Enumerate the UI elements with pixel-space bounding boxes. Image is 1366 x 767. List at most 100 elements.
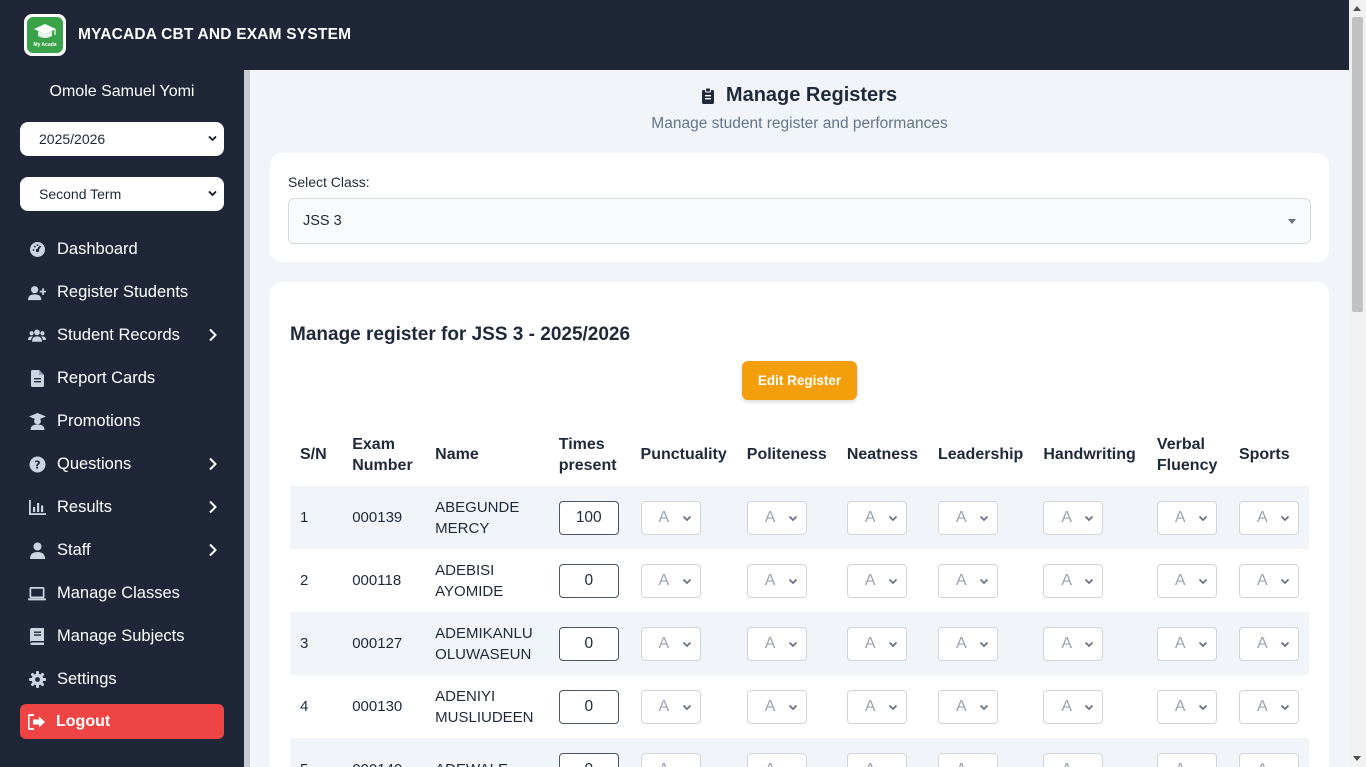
punctuality-select[interactable]: A xyxy=(640,500,701,535)
punctuality-select[interactable]: A xyxy=(640,563,701,598)
times-present-input[interactable]: 0 xyxy=(558,563,619,598)
neatness-cell: A xyxy=(836,738,928,767)
chevron-down-icon xyxy=(682,578,691,584)
sidebar-item-manage-classes[interactable]: Manage Classes xyxy=(0,572,244,615)
register-table-body: 1 000139 ABEGUNDE MERCY 100 A A A A A A A 2 000118 AD… xyxy=(290,486,1309,767)
exam-number-cell: 000130 xyxy=(342,675,426,738)
sidebar-item-promotions[interactable]: Promotions xyxy=(0,400,244,443)
neatness-select[interactable]: A xyxy=(846,563,907,598)
sports-select[interactable]: A xyxy=(1238,689,1299,724)
politeness-select[interactable]: A xyxy=(746,500,807,535)
leadership-cell: A xyxy=(927,675,1034,738)
graduate-icon xyxy=(28,413,46,431)
politeness-cell: A xyxy=(736,549,837,612)
graduation-cap-icon: My Acada xyxy=(27,17,63,53)
session-value: 2025/2026 xyxy=(39,131,106,147)
caret-down-icon xyxy=(1288,219,1296,224)
column-header: Times present xyxy=(558,435,617,474)
handwriting-select[interactable]: A xyxy=(1043,626,1104,661)
logout-button[interactable]: Logout xyxy=(20,704,224,739)
sidebar-item-manage-subjects[interactable]: Manage Subjects xyxy=(0,615,244,658)
sports-cell: A xyxy=(1228,612,1309,675)
sidebar-item-label: Manage Subjects xyxy=(57,627,185,645)
handwriting-select[interactable]: A xyxy=(1043,500,1104,535)
grade-value: A xyxy=(1061,572,1072,589)
verbal-fluency-select[interactable]: A xyxy=(1156,689,1217,724)
grade-value: A xyxy=(864,572,876,589)
sports-select[interactable]: A xyxy=(1238,752,1299,767)
chevron-down-icon xyxy=(1085,515,1094,521)
verbal-fluency-select[interactable]: A xyxy=(1156,500,1217,535)
times-present-input[interactable]: 0 xyxy=(558,689,619,724)
chevron-down-icon xyxy=(208,135,217,142)
term-select[interactable]: Second Term xyxy=(20,177,224,211)
scrollbar-thumb[interactable] xyxy=(1352,17,1363,312)
chevron-down-icon xyxy=(888,578,897,584)
chevron-down-icon xyxy=(788,515,797,521)
politeness-select[interactable]: A xyxy=(746,689,807,724)
sidebar-item-dashboard[interactable]: Dashboard xyxy=(0,228,244,271)
punctuality-select[interactable]: A xyxy=(640,752,701,767)
chevron-down-icon xyxy=(788,641,797,647)
page-subtitle: Manage student register and performances xyxy=(651,115,948,132)
verbal-fluency-select[interactable]: A xyxy=(1156,626,1217,661)
politeness-cell: A xyxy=(736,675,837,738)
sidebar-item-results[interactable]: Results xyxy=(0,486,244,529)
politeness-select[interactable]: A xyxy=(746,626,807,661)
sports-cell: A xyxy=(1228,738,1309,767)
leadership-select[interactable]: A xyxy=(937,689,998,724)
grade-value: A xyxy=(955,698,967,715)
class-select[interactable]: JSS 3 xyxy=(288,198,1311,244)
grade-value: A xyxy=(864,698,876,715)
neatness-select[interactable]: A xyxy=(846,752,907,767)
scroll-up-icon[interactable] xyxy=(1353,6,1361,11)
sports-select[interactable]: A xyxy=(1238,500,1299,535)
times-present-input[interactable]: 0 xyxy=(558,752,619,767)
sidebar-item-student-records[interactable]: Student Records xyxy=(0,314,244,357)
column-header: Leadership xyxy=(937,446,1024,463)
leadership-select[interactable]: A xyxy=(937,626,998,661)
times-present-input[interactable]: 100 xyxy=(558,500,619,535)
politeness-select[interactable]: A xyxy=(746,752,807,767)
neatness-select[interactable]: A xyxy=(846,689,907,724)
punctuality-select[interactable]: A xyxy=(640,689,701,724)
top-bar: My Acada MYACADA CBT AND EXAM SYSTEM xyxy=(0,0,1349,70)
page-scrollbar[interactable] xyxy=(1349,0,1366,767)
grade-value: A xyxy=(659,759,670,767)
times-present-input[interactable]: 0 xyxy=(558,626,619,661)
neatness-select[interactable]: A xyxy=(846,626,907,661)
punctuality-select[interactable]: A xyxy=(640,626,701,661)
handwriting-select[interactable]: A xyxy=(1043,689,1104,724)
sidebar-item-register-students[interactable]: Register Students xyxy=(0,271,244,314)
clipboard-icon xyxy=(701,87,714,104)
chevron-down-icon xyxy=(1280,515,1290,521)
verbal-fluency-select[interactable]: A xyxy=(1156,563,1217,598)
leadership-select[interactable]: A xyxy=(937,752,998,767)
handwriting-select[interactable]: A xyxy=(1043,563,1104,598)
verbal-fluency-select[interactable]: A xyxy=(1156,752,1217,767)
sports-cell: A xyxy=(1228,675,1309,738)
grade-value: A xyxy=(955,509,967,526)
sports-select[interactable]: A xyxy=(1238,626,1299,661)
app-logo[interactable]: My Acada xyxy=(24,14,66,56)
leadership-select[interactable]: A xyxy=(937,500,998,535)
grade-value: A xyxy=(955,635,967,652)
logo-text: My Acada xyxy=(33,41,57,48)
scroll-down-icon[interactable] xyxy=(1353,756,1361,761)
edit-register-button[interactable]: Edit Register xyxy=(742,361,857,400)
sidebar-item-settings[interactable]: Settings xyxy=(0,658,244,701)
session-select[interactable]: 2025/2026 xyxy=(20,122,224,156)
neatness-select[interactable]: A xyxy=(846,500,907,535)
chevron-down-icon xyxy=(1280,704,1290,710)
leadership-select[interactable]: A xyxy=(937,563,998,598)
sidebar-item-report-cards[interactable]: Report Cards xyxy=(0,357,244,400)
sidebar-item-label: Staff xyxy=(57,541,91,559)
sports-select[interactable]: A xyxy=(1238,563,1299,598)
sidebar-item-questions[interactable]: ? Questions xyxy=(0,443,244,486)
politeness-select[interactable]: A xyxy=(746,563,807,598)
handwriting-select[interactable]: A xyxy=(1043,752,1104,767)
sidebar-item-staff[interactable]: Staff xyxy=(0,529,244,572)
column-header: Exam Number xyxy=(352,435,413,474)
column-header: Verbal Fluency xyxy=(1156,435,1218,474)
grade-value: A xyxy=(1061,635,1072,652)
